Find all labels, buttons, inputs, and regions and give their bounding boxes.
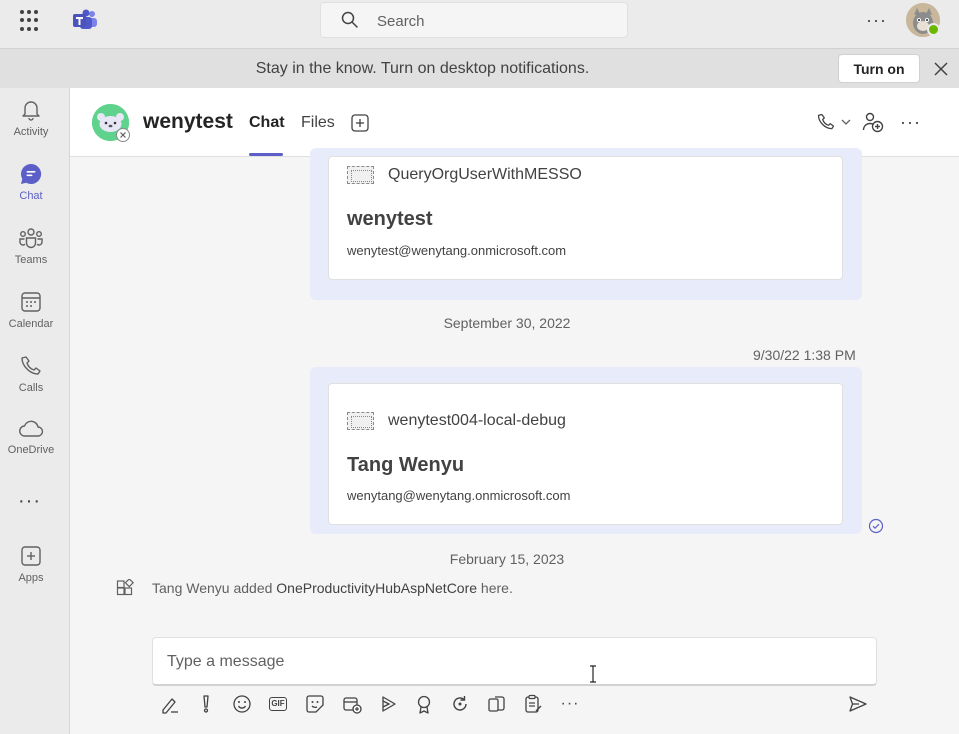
message-bubble[interactable]: QueryOrgUserWithMESSO wenytest wenytest@… [310,148,862,300]
adaptive-card[interactable]: QueryOrgUserWithMESSO wenytest wenytest@… [328,156,843,280]
more-apps-icon[interactable]: ··· [18,490,41,513]
bell-icon [22,101,40,121]
tab-chat[interactable]: Chat [249,114,285,132]
send-icon [849,696,867,712]
presence-available-icon [927,23,940,36]
app-added-icon [116,579,134,596]
send-button[interactable] [847,693,869,715]
rail-label: Chat [19,190,43,202]
exclamation-icon [203,695,209,713]
phone-icon[interactable] [816,112,836,132]
praise-button[interactable] [413,693,435,715]
rail-label: Calls [18,382,44,394]
card-title: Tang Wenyu [347,454,465,476]
rail-label: Teams [14,254,48,266]
rail-item-calendar[interactable]: Calendar [0,290,62,348]
card-email: wenytang@wenytang.onmicrosoft.com [347,488,571,503]
date-divider: February 15, 2023 [449,551,565,567]
rail-item-chat[interactable]: Chat [0,162,62,220]
priority-button[interactable] [195,693,217,715]
format-button[interactable] [159,693,181,715]
rail-item-activity[interactable]: Activity [0,98,62,156]
notification-text: Stay in the know. Turn on desktop notifi… [255,60,590,77]
rail-item-onedrive[interactable]: OneDrive [0,418,62,476]
more-options-icon[interactable]: ··· [900,112,921,133]
rail-item-teams[interactable]: Teams [0,226,62,284]
adaptive-card[interactable]: wenytest004-local-debug Tang Wenyu wenyt… [328,383,843,525]
cloud-icon [19,420,44,437]
plus-box-icon [21,546,41,566]
rail-label: Calendar [8,318,54,330]
format-pen-icon [162,698,178,714]
teams-icon [19,228,43,249]
card-app-name: wenytest004-local-debug [388,412,566,429]
message-compose-box[interactable] [152,637,877,686]
more-options-button[interactable]: ··· [559,693,581,715]
system-message: Tang Wenyu added OneProductivityHubAspNe… [152,580,513,596]
date-divider: September 30, 2022 [443,315,571,331]
clipboard-icon [525,694,542,713]
add-tab-icon[interactable] [351,114,369,132]
approvals-button[interactable] [522,693,544,715]
notification-banner: Stay in the know. Turn on desktop notifi… [0,48,959,88]
gif-button[interactable]: GIF [267,693,289,715]
more-options-icon: ··· [560,695,580,712]
stream-button[interactable] [378,693,400,715]
message-bubble[interactable]: wenytest004-local-debug Tang Wenyu wenyt… [310,367,862,534]
attach-files-icon [488,696,505,712]
loop-button[interactable] [449,693,471,715]
read-receipt-icon [868,518,884,534]
rail-item-calls[interactable]: Calls [0,354,62,412]
rail-label: OneDrive [7,444,55,456]
turn-on-notifications-button[interactable]: Turn on [838,54,920,83]
phone-icon [21,356,41,375]
meeting-icon [343,697,362,714]
loop-icon [453,696,467,711]
chat-title: wenytest [143,110,233,133]
chevron-down-icon[interactable] [841,118,851,126]
search-placeholder: Search [377,13,425,30]
app-placeholder-icon [347,412,374,430]
active-tab-indicator [249,153,283,156]
add-people-icon[interactable] [862,111,884,133]
app-launcher-icon[interactable] [20,10,42,32]
search-box[interactable]: Search [320,2,628,38]
chat-icon [21,163,42,184]
stream-icon [382,696,396,712]
system-message-actor: Tang Wenyu added [152,580,277,596]
search-icon [341,11,358,28]
rail-item-apps[interactable]: Apps [0,544,62,602]
app-rail: Activity Chat Teams Calendar Calls OneDr… [0,88,70,734]
rail-label: Apps [18,572,44,584]
text-cursor-icon [590,665,596,683]
message-input[interactable] [167,650,857,674]
teams-logo-icon [73,9,97,29]
rail-label: Activity [13,126,49,138]
close-icon[interactable] [932,60,950,78]
app-placeholder-icon [347,166,374,184]
card-title: wenytest [347,208,433,230]
sticker-icon [306,695,324,713]
top-bar: Search ··· [0,0,959,48]
gif-icon: GIF [269,697,287,711]
message-timestamp: 9/30/22 1:38 PM [753,347,856,363]
emoji-button[interactable] [231,693,253,715]
medal-icon [417,695,431,714]
system-message-app-link[interactable]: OneProductivityHubAspNetCore [276,580,477,596]
message-list: QueryOrgUserWithMESSO wenytest wenytest@… [70,148,959,734]
chat-header: wenytest Chat Files ··· [70,88,959,157]
system-message-suffix: here. [477,580,513,596]
tab-files[interactable]: Files [301,114,335,132]
card-app-name: QueryOrgUserWithMESSO [388,166,582,183]
card-email: wenytest@wenytang.onmicrosoft.com [347,243,567,258]
calendar-icon [21,292,41,312]
presence-offline-icon [116,128,130,142]
attach-button[interactable] [486,693,508,715]
emoji-icon [233,695,251,713]
more-options-icon[interactable]: ··· [866,10,890,30]
sticker-button[interactable] [304,693,326,715]
schedule-meeting-button[interactable] [341,693,363,715]
